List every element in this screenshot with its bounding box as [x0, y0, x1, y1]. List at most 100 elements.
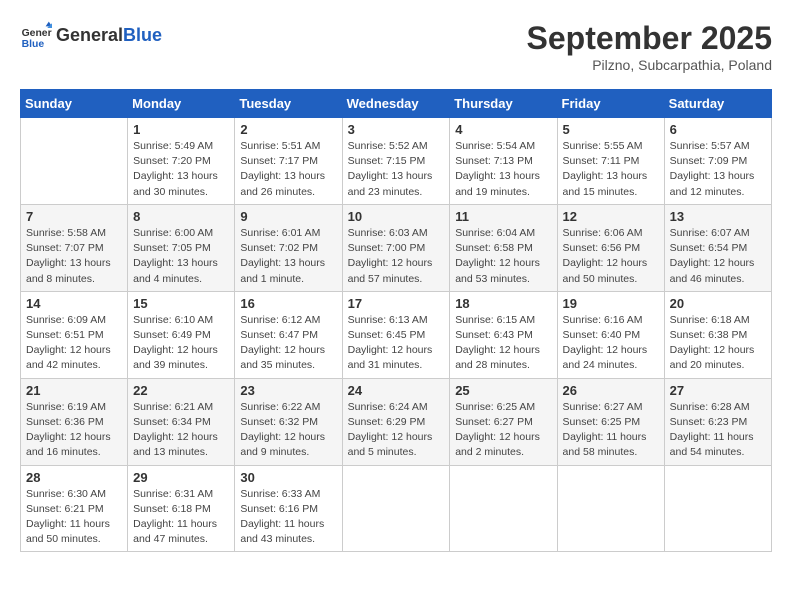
- page-header: General Blue GeneralBlue September 2025 …: [20, 20, 772, 73]
- calendar-table: SundayMondayTuesdayWednesdayThursdayFrid…: [20, 89, 772, 552]
- day-info: Sunrise: 6:15 AM Sunset: 6:43 PM Dayligh…: [455, 313, 551, 374]
- day-header-wednesday: Wednesday: [342, 90, 450, 118]
- day-info: Sunrise: 6:09 AM Sunset: 6:51 PM Dayligh…: [26, 313, 122, 374]
- svg-text:Blue: Blue: [22, 39, 45, 50]
- day-number: 11: [455, 209, 551, 224]
- day-number: 5: [563, 122, 659, 137]
- calendar-week-5: 28Sunrise: 6:30 AM Sunset: 6:21 PM Dayli…: [21, 465, 772, 552]
- day-info: Sunrise: 6:04 AM Sunset: 6:58 PM Dayligh…: [455, 226, 551, 287]
- day-number: 6: [670, 122, 766, 137]
- day-number: 27: [670, 383, 766, 398]
- calendar-cell: 7Sunrise: 5:58 AM Sunset: 7:07 PM Daylig…: [21, 204, 128, 291]
- day-info: Sunrise: 6:13 AM Sunset: 6:45 PM Dayligh…: [348, 313, 445, 374]
- calendar-cell: 8 Sunrise: 6:00 AM Sunset: 7:05 PM Daylig…: [128, 204, 235, 291]
- calendar-cell: 26Sunrise: 6:27 AM Sunset: 6:25 PM Dayli…: [557, 378, 664, 465]
- day-number: 8: [133, 209, 229, 224]
- calendar-cell: [450, 465, 557, 552]
- calendar-cell: 17 Sunrise: 6:13 AM Sunset: 6:45 PM Dayli…: [342, 291, 450, 378]
- day-number: 19: [563, 296, 659, 311]
- day-info: Sunrise: 6:10 AM Sunset: 6:49 PM Dayligh…: [133, 313, 229, 374]
- day-number: 29: [133, 470, 229, 485]
- day-number: 2: [240, 122, 336, 137]
- calendar-week-4: 21 Sunrise: 6:19 AM Sunset: 6:36 PM Dayli…: [21, 378, 772, 465]
- day-number: 24: [348, 383, 445, 398]
- calendar-cell: [21, 118, 128, 205]
- calendar-cell: 2 Sunrise: 5:51 AM Sunset: 7:17 PM Daylig…: [235, 118, 342, 205]
- calendar-cell: 27 Sunrise: 6:28 AM Sunset: 6:23 PM Dayli…: [664, 378, 771, 465]
- day-number: 4: [455, 122, 551, 137]
- calendar-cell: 11 Sunrise: 6:04 AM Sunset: 6:58 PM Dayli…: [450, 204, 557, 291]
- day-info: Sunrise: 6:28 AM Sunset: 6:23 PM Dayligh…: [670, 400, 766, 461]
- calendar-cell: 5 Sunrise: 5:55 AM Sunset: 7:11 PM Daylig…: [557, 118, 664, 205]
- day-number: 7: [26, 209, 122, 224]
- calendar-cell: 1 Sunrise: 5:49 AM Sunset: 7:20 PM Daylig…: [128, 118, 235, 205]
- logo-icon: General Blue: [20, 20, 52, 52]
- calendar-cell: 3 Sunrise: 5:52 AM Sunset: 7:15 PM Daylig…: [342, 118, 450, 205]
- calendar-cell: 18 Sunrise: 6:15 AM Sunset: 6:43 PM Dayli…: [450, 291, 557, 378]
- day-number: 21: [26, 383, 122, 398]
- logo-general: General: [56, 25, 123, 45]
- calendar-cell: 12 Sunrise: 6:06 AM Sunset: 6:56 PM Dayli…: [557, 204, 664, 291]
- day-number: 23: [240, 383, 336, 398]
- day-info: Sunrise: 6:21 AM Sunset: 6:34 PM Dayligh…: [133, 400, 229, 461]
- calendar-cell: 21 Sunrise: 6:19 AM Sunset: 6:36 PM Dayli…: [21, 378, 128, 465]
- day-info: Sunrise: 6:00 AM Sunset: 7:05 PM Dayligh…: [133, 226, 229, 287]
- day-header-monday: Monday: [128, 90, 235, 118]
- day-number: 22: [133, 383, 229, 398]
- day-info: Sunrise: 6:06 AM Sunset: 6:56 PM Dayligh…: [563, 226, 659, 287]
- title-block: September 2025 Pilzno, Subcarpathia, Pol…: [527, 20, 772, 73]
- calendar-cell: 23 Sunrise: 6:22 AM Sunset: 6:32 PM Dayli…: [235, 378, 342, 465]
- day-number: 18: [455, 296, 551, 311]
- day-number: 25: [455, 383, 551, 398]
- day-info: Sunrise: 6:19 AM Sunset: 6:36 PM Dayligh…: [26, 400, 122, 461]
- calendar-cell: 10Sunrise: 6:03 AM Sunset: 7:00 PM Dayli…: [342, 204, 450, 291]
- day-info: Sunrise: 5:51 AM Sunset: 7:17 PM Dayligh…: [240, 139, 336, 200]
- calendar-week-1: 1 Sunrise: 5:49 AM Sunset: 7:20 PM Daylig…: [21, 118, 772, 205]
- calendar-cell: 19Sunrise: 6:16 AM Sunset: 6:40 PM Dayli…: [557, 291, 664, 378]
- calendar-cell: [342, 465, 450, 552]
- day-info: Sunrise: 6:22 AM Sunset: 6:32 PM Dayligh…: [240, 400, 336, 461]
- day-number: 15: [133, 296, 229, 311]
- day-header-sunday: Sunday: [21, 90, 128, 118]
- day-number: 1: [133, 122, 229, 137]
- calendar-cell: 14 Sunrise: 6:09 AM Sunset: 6:51 PM Dayli…: [21, 291, 128, 378]
- day-header-saturday: Saturday: [664, 90, 771, 118]
- day-number: 17: [348, 296, 445, 311]
- day-info: Sunrise: 6:01 AM Sunset: 7:02 PM Dayligh…: [240, 226, 336, 287]
- day-info: Sunrise: 5:55 AM Sunset: 7:11 PM Dayligh…: [563, 139, 659, 200]
- day-header-thursday: Thursday: [450, 90, 557, 118]
- calendar-cell: 16Sunrise: 6:12 AM Sunset: 6:47 PM Dayli…: [235, 291, 342, 378]
- calendar-cell: [664, 465, 771, 552]
- calendar-cell: 25 Sunrise: 6:25 AM Sunset: 6:27 PM Dayli…: [450, 378, 557, 465]
- day-number: 12: [563, 209, 659, 224]
- location-subtitle: Pilzno, Subcarpathia, Poland: [527, 57, 772, 73]
- day-header-friday: Friday: [557, 90, 664, 118]
- day-info: Sunrise: 6:31 AM Sunset: 6:18 PM Dayligh…: [133, 487, 229, 548]
- day-number: 16: [240, 296, 336, 311]
- calendar-header-row: SundayMondayTuesdayWednesdayThursdayFrid…: [21, 90, 772, 118]
- day-info: Sunrise: 6:18 AM Sunset: 6:38 PM Dayligh…: [670, 313, 766, 374]
- day-info: Sunrise: 6:33 AM Sunset: 6:16 PM Dayligh…: [240, 487, 336, 548]
- calendar-cell: [557, 465, 664, 552]
- day-info: Sunrise: 5:49 AM Sunset: 7:20 PM Dayligh…: [133, 139, 229, 200]
- calendar-cell: 4Sunrise: 5:54 AM Sunset: 7:13 PM Daylig…: [450, 118, 557, 205]
- day-info: Sunrise: 6:25 AM Sunset: 6:27 PM Dayligh…: [455, 400, 551, 461]
- day-number: 30: [240, 470, 336, 485]
- day-number: 14: [26, 296, 122, 311]
- calendar-cell: 9Sunrise: 6:01 AM Sunset: 7:02 PM Daylig…: [235, 204, 342, 291]
- day-number: 10: [348, 209, 445, 224]
- day-header-tuesday: Tuesday: [235, 90, 342, 118]
- day-info: Sunrise: 6:27 AM Sunset: 6:25 PM Dayligh…: [563, 400, 659, 461]
- logo: General Blue GeneralBlue: [20, 20, 162, 52]
- day-info: Sunrise: 6:24 AM Sunset: 6:29 PM Dayligh…: [348, 400, 445, 461]
- day-number: 3: [348, 122, 445, 137]
- day-info: Sunrise: 6:07 AM Sunset: 6:54 PM Dayligh…: [670, 226, 766, 287]
- svg-text:General: General: [22, 28, 52, 39]
- calendar-cell: 20Sunrise: 6:18 AM Sunset: 6:38 PM Dayli…: [664, 291, 771, 378]
- day-info: Sunrise: 6:30 AM Sunset: 6:21 PM Dayligh…: [26, 487, 122, 548]
- calendar-cell: 29 Sunrise: 6:31 AM Sunset: 6:18 PM Dayli…: [128, 465, 235, 552]
- day-info: Sunrise: 5:57 AM Sunset: 7:09 PM Dayligh…: [670, 139, 766, 200]
- day-info: Sunrise: 5:52 AM Sunset: 7:15 PM Dayligh…: [348, 139, 445, 200]
- calendar-cell: 24 Sunrise: 6:24 AM Sunset: 6:29 PM Dayli…: [342, 378, 450, 465]
- day-number: 13: [670, 209, 766, 224]
